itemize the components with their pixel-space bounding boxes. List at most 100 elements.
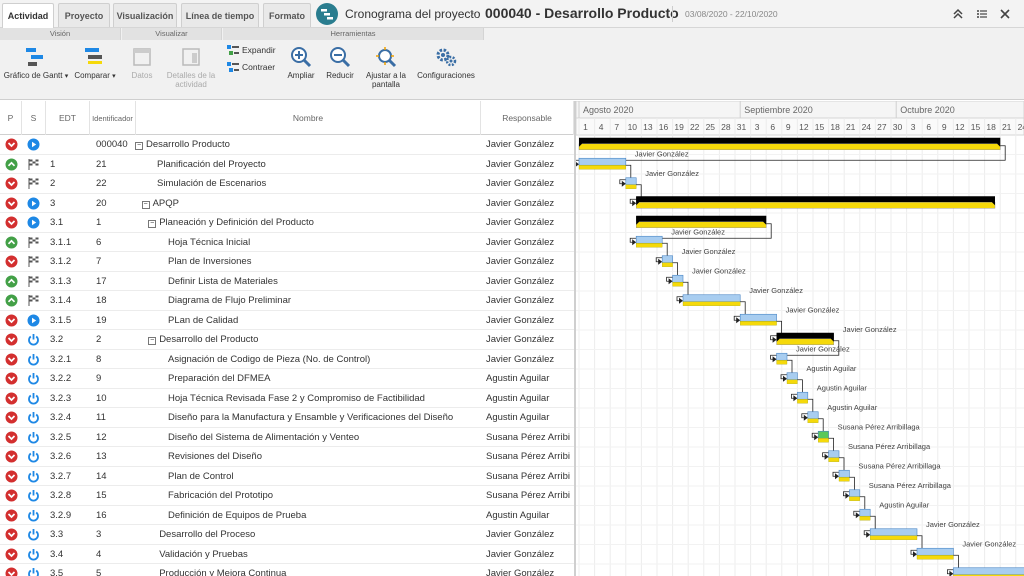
day-tick-label: 13 xyxy=(643,122,653,132)
name-cell[interactable]: − APQP xyxy=(141,194,481,213)
compare-icon xyxy=(85,48,102,64)
status-play-icon xyxy=(27,216,40,229)
table-row[interactable]: 3.2.1 8 Asignación de Codigo de Pieza (No.… xyxy=(0,350,574,369)
table-row[interactable]: 3.1.1 6 Hoja Técnica Inicial Javier Gonzále… xyxy=(0,233,574,252)
collapse-toggle-icon[interactable]: − xyxy=(135,142,143,150)
task-bar xyxy=(739,313,777,322)
task-name: Revisiones del Diseño xyxy=(168,451,262,462)
priority-down-icon xyxy=(5,567,18,576)
table-row[interactable]: 3.5 5 Producción y Mejora Continua Javier G… xyxy=(0,564,574,576)
name-cell[interactable]: Producción y Mejora Continua xyxy=(159,564,481,576)
table-row[interactable]: 1 21 Planificación del Proyecto Javier Gonz… xyxy=(0,155,574,174)
collapse-toggle-icon[interactable]: − xyxy=(148,337,157,345)
responsible-cell: Javier González xyxy=(486,178,555,189)
name-cell[interactable]: − Desarrollo del Producto xyxy=(148,330,481,349)
name-cell[interactable]: Hoja Técnica Revisada Fase 2 y Compromis… xyxy=(168,389,481,408)
settings-button[interactable]: Configuraciones xyxy=(413,46,479,80)
name-cell[interactable]: Simulación de Escenarios xyxy=(157,174,481,193)
table-row[interactable]: 3.2.8 15 Fabricación del Prototipo Susana P… xyxy=(0,486,574,506)
tab-proyecto[interactable]: Proyecto xyxy=(58,3,110,27)
name-cell[interactable]: Asignación de Codigo de Pieza (No. de Co… xyxy=(168,350,481,369)
gantt-chart-button[interactable]: Gráfico de Gantt ▾ xyxy=(2,46,70,81)
collapse-up-icon[interactable] xyxy=(950,6,966,22)
name-cell[interactable]: Preparación del DFMEA xyxy=(168,369,481,388)
table-row[interactable]: 3.2.3 10 Hoja Técnica Revisada Fase 2 y Co… xyxy=(0,389,574,408)
name-cell[interactable]: Hoja Técnica Inicial xyxy=(168,233,481,252)
task-name: Diseño del Sistema de Alimentación y Ven… xyxy=(168,431,360,443)
table-row[interactable]: 000040− Desarrollo Producto Javier Gonzále… xyxy=(0,135,574,155)
table-row[interactable]: 3.1 1 − Planeación y Definición del Product… xyxy=(0,213,574,233)
table-row[interactable]: 3.3 3 Desarrollo del Proceso Javier Gonzále… xyxy=(0,525,574,545)
priority-down-icon xyxy=(5,411,18,424)
edt-cell: 3 xyxy=(50,197,56,209)
name-cell[interactable]: Validación y Pruebas xyxy=(159,545,481,564)
column-header-responsable[interactable]: Responsable xyxy=(481,101,574,135)
collapse-toggle-icon[interactable]: − xyxy=(148,220,157,228)
gantt-chart[interactable]: Agosto 2020 Septiembre 2020 Octubre 2020 1 4… xyxy=(576,101,1024,576)
name-cell[interactable]: Definición de Equipos de Prueba xyxy=(168,506,481,525)
list-icon[interactable] xyxy=(974,6,990,22)
table-row[interactable]: 3.2.6 13 Revisiones del Diseño Susana Pérez… xyxy=(0,447,574,467)
table-row[interactable]: 3.2.4 11 Diseño para la Manufactura y Ensa… xyxy=(0,408,574,428)
id-cell: 3 xyxy=(96,529,102,540)
name-cell[interactable]: Diseño del Sistema de Alimentación y Ven… xyxy=(168,428,481,447)
zoom-in-button[interactable]: Ampliar xyxy=(285,46,317,80)
id-cell: 7 xyxy=(96,256,102,267)
table-row[interactable]: 3.4 4 Validación y Pruebas Javier González xyxy=(0,545,574,564)
table-row[interactable]: 3.1.3 17 Definir Lista de Materiales Javier… xyxy=(0,272,574,291)
name-cell[interactable]: − Desarrollo Producto xyxy=(135,135,481,154)
table-row[interactable]: 3 20 − APQP Javier González xyxy=(0,194,574,213)
column-header-nombre[interactable]: Nombre xyxy=(136,101,481,135)
tab-formato[interactable]: Formato xyxy=(263,3,311,27)
table-row[interactable]: 3.2 2 − Desarrollo del Producto Javier Gonzá… xyxy=(0,330,574,350)
dependency-arrow xyxy=(621,180,626,187)
compare-button[interactable]: Comparar ▾ xyxy=(72,46,118,81)
table-row[interactable]: 3.1.5 19 PLan de Calidad Javier González xyxy=(0,311,574,330)
name-cell[interactable]: Plan de Control xyxy=(168,467,481,486)
name-cell[interactable]: Plan de Inversiones xyxy=(168,252,481,271)
column-header-id[interactable]: Identificador xyxy=(90,101,136,135)
name-cell[interactable]: Definir Lista de Materiales xyxy=(168,272,481,291)
grid-header: P S EDT Identificador Nombre Responsable xyxy=(0,101,574,135)
table-row[interactable]: 3.2.7 14 Plan de Control Susana Pérez Arrib… xyxy=(0,467,574,486)
tab-actividad[interactable]: Actividad xyxy=(2,3,54,28)
table-row[interactable]: 3.2.9 16 Definición de Equipos de Prueba Ag… xyxy=(0,506,574,525)
activity-details-button[interactable]: Detalles de la actividad xyxy=(162,46,220,89)
data-button[interactable]: Datos xyxy=(124,46,160,80)
table-row[interactable]: 3.2.2 9 Preparación del DFMEA Agustin Aguil… xyxy=(0,369,574,389)
app-title[interactable]: Cronograma del proyecto xyxy=(345,7,480,21)
name-cell[interactable]: Fabricación del Prototipo xyxy=(168,486,481,505)
name-cell[interactable]: Desarrollo del Proceso xyxy=(159,525,481,544)
name-cell[interactable]: − Planeación y Definición del Producto xyxy=(148,213,481,232)
name-cell[interactable]: Revisiones del Diseño xyxy=(168,447,481,466)
task-name: Hoja Técnica Inicial xyxy=(168,236,251,248)
table-row[interactable]: 3.1.2 7 Plan de Inversiones Javier González xyxy=(0,252,574,272)
bar-resource-label: Javier González xyxy=(796,344,850,353)
close-icon[interactable] xyxy=(997,6,1013,22)
zoom-out-button[interactable]: Reducir xyxy=(323,46,357,80)
data-icon xyxy=(133,48,151,66)
expand-button[interactable]: Expandir xyxy=(227,45,276,55)
priority-up-icon xyxy=(5,275,18,288)
name-cell[interactable]: Planificación del Proyecto xyxy=(157,155,481,174)
baseline-bar xyxy=(682,301,741,306)
table-row[interactable]: 3.1.4 18 Diagrama de Flujo Preliminar Javie… xyxy=(0,291,574,311)
fit-screen-button[interactable]: Ajustar a la pantalla xyxy=(361,46,411,89)
table-row[interactable]: 3.2.5 12 Diseño del Sistema de Alimentació… xyxy=(0,428,574,447)
column-header-s[interactable]: S xyxy=(22,101,46,135)
table-row[interactable]: 2 22 Simulación de Escenarios Javier Gonzál… xyxy=(0,174,574,194)
id-cell: 21 xyxy=(96,158,107,170)
column-header-p[interactable]: P xyxy=(0,101,22,135)
tab-linea-de-tiempo[interactable]: Línea de tiempo xyxy=(181,3,259,27)
name-cell[interactable]: Diseño para la Manufactura y Ensamble y … xyxy=(168,408,481,427)
column-header-edt[interactable]: EDT xyxy=(46,101,90,135)
collapse-toggle-icon[interactable]: − xyxy=(141,200,150,209)
tab-visualizacion[interactable]: Visualización xyxy=(113,3,177,27)
name-cell[interactable]: PLan de Calidad xyxy=(168,311,481,330)
baseline-bar xyxy=(578,165,626,170)
collapse-button[interactable]: Contraer xyxy=(227,62,275,72)
responsible-cell: Javier González xyxy=(486,353,555,365)
name-cell[interactable]: Diagrama de Flujo Preliminar xyxy=(168,291,481,310)
month-label: Agosto 2020 xyxy=(583,105,634,115)
edt-cell: 3.2.5 xyxy=(50,431,72,443)
